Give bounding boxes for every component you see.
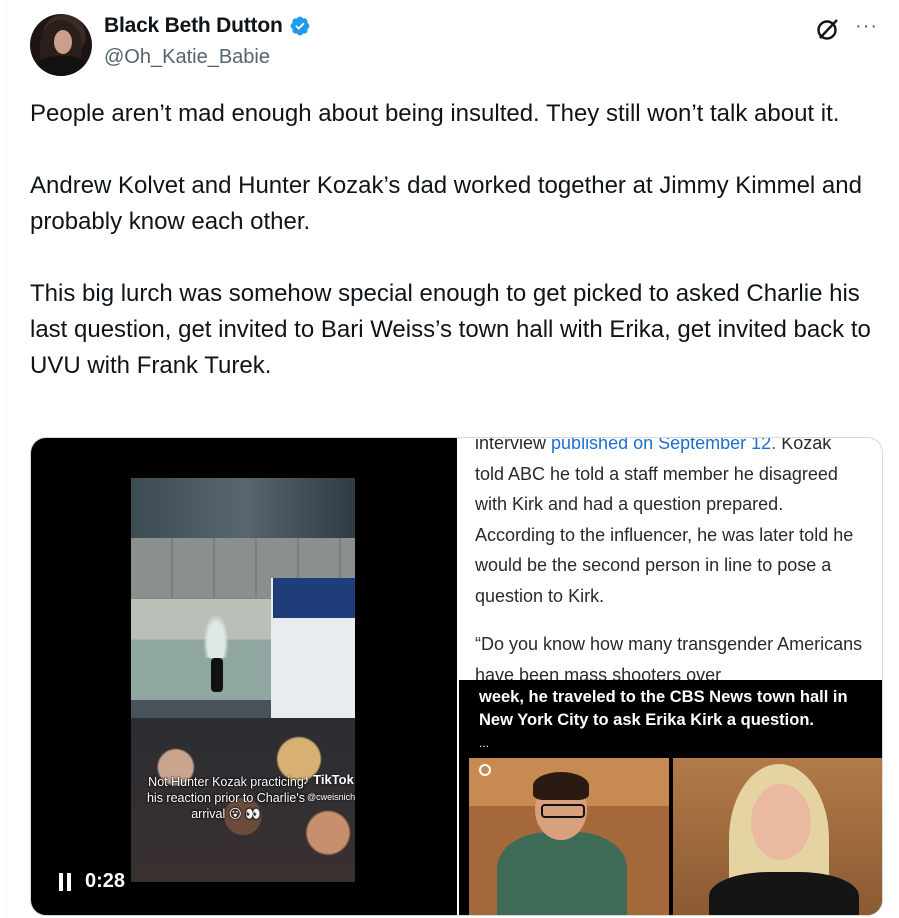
video-frame: Not Hunter Kozak practicing his reaction…	[131, 478, 355, 882]
author-handle[interactable]: @Oh_Katie_Babie	[104, 46, 270, 69]
tweet-paragraph: Andrew Kolvet and Hunter Kozak’s dad wor…	[30, 172, 862, 235]
article-screenshot[interactable]: interview published on September 12. Koz…	[459, 438, 882, 680]
cbs-text: week, he traveled to the CBS News town h…	[479, 688, 848, 729]
display-name[interactable]: Black Beth Dutton	[104, 14, 283, 38]
cbs-screenshot[interactable]: week, he traveled to the CBS News town h…	[459, 680, 882, 915]
tweet-text: People aren’t mad enough about being ins…	[30, 96, 880, 420]
tiktok-watermark: ♪ TikTok	[303, 772, 354, 787]
video-caption: Not Hunter Kozak practicing his reaction…	[146, 775, 305, 821]
cbs-dots: ...	[479, 736, 490, 750]
author-name-row: Black Beth Dutton	[104, 14, 311, 38]
tweet-paragraph: This big lurch was somehow special enoug…	[30, 280, 871, 379]
article-body: Kozak told ABC he told a staff member he…	[475, 438, 854, 606]
cbs-logo-icon	[479, 764, 491, 776]
media-grid: Not Hunter Kozak practicing his reaction…	[30, 437, 883, 916]
article-quote: “Do you know how many transgender Americ…	[475, 634, 863, 680]
tweet-paragraph: People aren’t mad enough about being ins…	[30, 100, 840, 127]
verified-badge-icon	[290, 16, 310, 36]
tiktok-label: TikTok	[313, 772, 354, 787]
video-time: 0:28	[85, 870, 126, 892]
article-prefix: interview	[475, 438, 552, 453]
article-text: interview published on September 12. Koz…	[475, 438, 865, 680]
pause-icon[interactable]	[59, 873, 73, 891]
video-player[interactable]: Not Hunter Kozak practicing his reaction…	[31, 438, 457, 915]
more-icon[interactable]: ···	[855, 15, 878, 38]
article-link: published on September 12.	[551, 438, 777, 453]
timeline-border	[6, 0, 7, 918]
tiktok-username: @cweisnicht	[307, 792, 355, 802]
avatar[interactable]	[30, 14, 92, 76]
grok-icon[interactable]	[815, 16, 841, 42]
